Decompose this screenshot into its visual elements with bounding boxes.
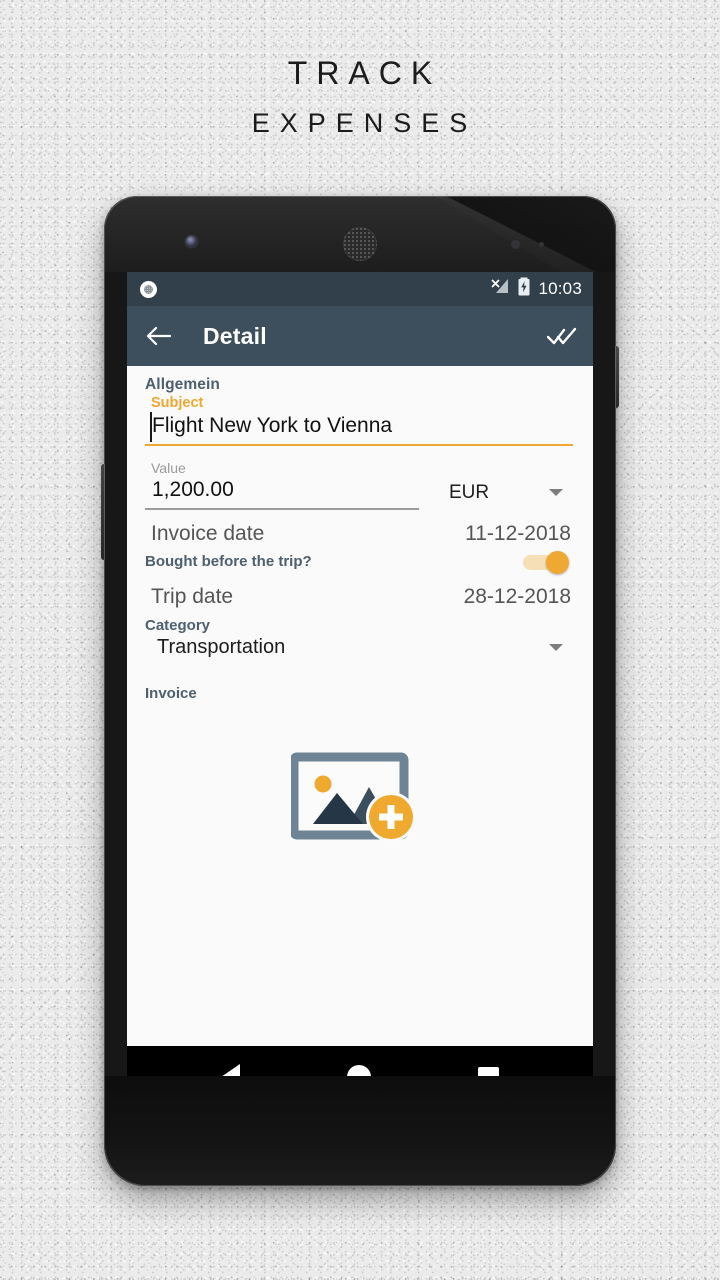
invoice-date-label: Invoice date [151, 521, 265, 545]
category-label: Category [145, 616, 211, 634]
done-all-icon[interactable] [547, 325, 577, 347]
value-underline [145, 508, 419, 510]
power-button[interactable] [615, 346, 619, 408]
invoice-date-value: 11-12-2018 [465, 521, 571, 545]
currency-value: EUR [449, 481, 490, 503]
text-caret [150, 412, 152, 442]
signal-off-icon [491, 278, 510, 300]
field-value: Value 1,200.00 EUR [145, 460, 573, 510]
proximity-sensor-icon [511, 240, 520, 249]
chevron-down-icon [549, 643, 563, 651]
earpiece-speaker-icon [343, 227, 377, 261]
phone-bottom-bezel [104, 1076, 616, 1186]
currency-select[interactable]: EUR [419, 482, 573, 510]
subject-input-value: Flight New York to Vienna [152, 414, 393, 437]
value-input[interactable]: 1,200.00 [145, 476, 419, 510]
value-label: Value [151, 460, 186, 476]
chevron-down-icon [549, 489, 563, 496]
invoice-label: Invoice [145, 684, 197, 702]
value-input-value: 1,200.00 [152, 478, 234, 501]
section-header-general: Allgemein [145, 376, 220, 393]
front-camera-icon [186, 236, 197, 247]
category-value: Transportation [157, 635, 286, 658]
bought-before-trip-toggle[interactable] [523, 550, 569, 574]
app-bar: Detail [127, 306, 593, 366]
screen-gloss-overlay [337, 196, 616, 272]
battery-charging-icon [518, 277, 530, 301]
promo-headline: Track expenses [0, 48, 720, 148]
subject-input[interactable]: Flight New York to Vienna [145, 411, 573, 445]
status-bar-left [140, 280, 491, 298]
bought-before-trip-label: Bought before the trip? [145, 553, 312, 570]
circle-notification-icon [140, 280, 157, 298]
field-bought-before-trip: Bought before the trip? [145, 550, 573, 574]
status-bar: 10:03 [127, 272, 593, 306]
phone-mockup: 10:03 Detail Allgemein Subject Flight Ne… [101, 196, 619, 1186]
promo-headline-line-1: Track [287, 55, 442, 91]
phone-screen: 10:03 Detail Allgemein Subject Flight Ne… [127, 272, 593, 1094]
back-arrow-icon[interactable] [145, 325, 171, 347]
section-header-invoice: Invoice [145, 685, 573, 703]
phone-top-bezel [104, 196, 616, 272]
promo-headline-line-2: expenses [251, 108, 478, 138]
status-bar-right: 10:03 [491, 277, 582, 301]
trip-date-label: Trip date [151, 584, 234, 608]
category-select[interactable]: Transportation [145, 634, 573, 659]
detail-form: Allgemein Subject Flight New York to Vie… [127, 366, 593, 1046]
status-bar-clock: 10:03 [538, 279, 582, 298]
volume-rocker-button[interactable] [101, 464, 105, 560]
field-category: Category Transportation [145, 617, 573, 659]
field-subject: Subject Flight New York to Vienna [145, 395, 573, 446]
page-title: Detail [203, 322, 267, 349]
trip-date-value: 28-12-2018 [463, 584, 571, 608]
light-sensor-icon [539, 242, 544, 247]
field-invoice-date[interactable]: Invoice date 11-12-2018 [145, 522, 573, 546]
subject-label: Subject [151, 395, 204, 411]
add-photo-icon[interactable] [289, 751, 427, 847]
field-trip-date[interactable]: Trip date 28-12-2018 [145, 585, 573, 609]
toggle-thumb [546, 550, 569, 574]
